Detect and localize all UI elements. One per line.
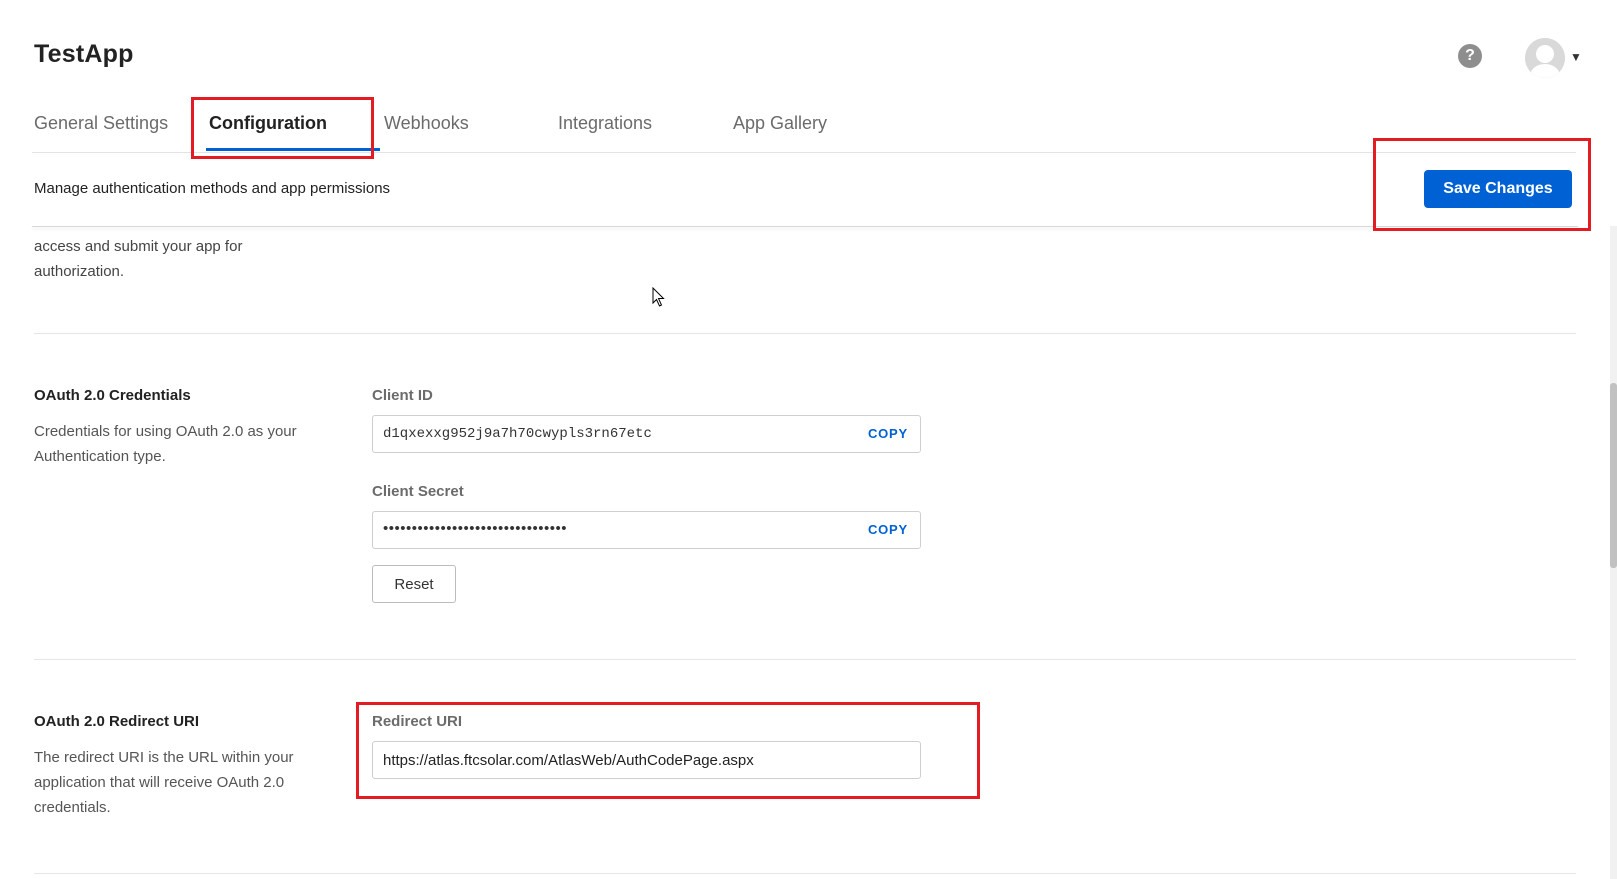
reset-secret-button[interactable]: Reset — [372, 565, 456, 603]
redirect-uri-input[interactable] — [373, 742, 920, 778]
save-changes-button[interactable]: Save Changes — [1424, 170, 1572, 208]
app-title: TestApp — [34, 40, 134, 68]
tab-webhooks[interactable]: Webhooks — [384, 113, 469, 134]
section-divider — [34, 659, 1576, 660]
active-tab-indicator — [206, 148, 380, 151]
tab-app-gallery[interactable]: App Gallery — [733, 113, 827, 134]
subheader-divider — [32, 226, 1578, 227]
tabs-divider — [32, 152, 1576, 153]
redirect-uri-field[interactable] — [372, 741, 921, 779]
copy-client-secret-button[interactable]: COPY — [868, 522, 908, 537]
oauth-credentials-description: Credentials for using OAuth 2.0 as your … — [34, 423, 297, 465]
help-icon[interactable]: ? — [1458, 44, 1482, 68]
scrollbar-thumb[interactable] — [1610, 383, 1617, 568]
tab-integrations[interactable]: Integrations — [558, 113, 652, 134]
oauth-credentials-title: OAuth 2.0 Credentials — [34, 387, 191, 404]
client-id-label: Client ID — [372, 387, 433, 404]
mouse-pointer-icon — [652, 287, 665, 307]
redirect-uri-description: The redirect URI is the URL within your … — [34, 749, 294, 816]
client-secret-value: •••••••••••••••••••••••••••••••• — [383, 520, 568, 537]
page-subtitle: Manage authentication methods and app pe… — [34, 180, 391, 197]
user-avatar-icon — [1525, 38, 1565, 78]
section-divider — [34, 333, 1576, 334]
copy-client-id-button[interactable]: COPY — [868, 426, 908, 441]
client-secret-label: Client Secret — [372, 483, 464, 500]
tab-configuration[interactable]: Configuration — [209, 113, 327, 134]
redirect-uri-label: Redirect URI — [372, 713, 463, 730]
client-id-value: d1qxexxg952j9a7h70cwypls3rn67etc — [383, 426, 652, 442]
tab-general-settings[interactable]: General Settings — [34, 113, 168, 134]
client-id-field[interactable]: d1qxexxg952j9a7h70cwypls3rn67etc COPY — [372, 415, 921, 453]
redirect-uri-section-title: OAuth 2.0 Redirect URI — [34, 713, 200, 730]
section-divider — [34, 873, 1576, 874]
section-description-partial: access and submit your app for authoriza… — [34, 238, 243, 280]
caret-down-icon[interactable]: ▼ — [1570, 50, 1582, 64]
avatar[interactable] — [1525, 38, 1565, 78]
client-secret-field[interactable]: •••••••••••••••••••••••••••••••• COPY — [372, 511, 921, 549]
